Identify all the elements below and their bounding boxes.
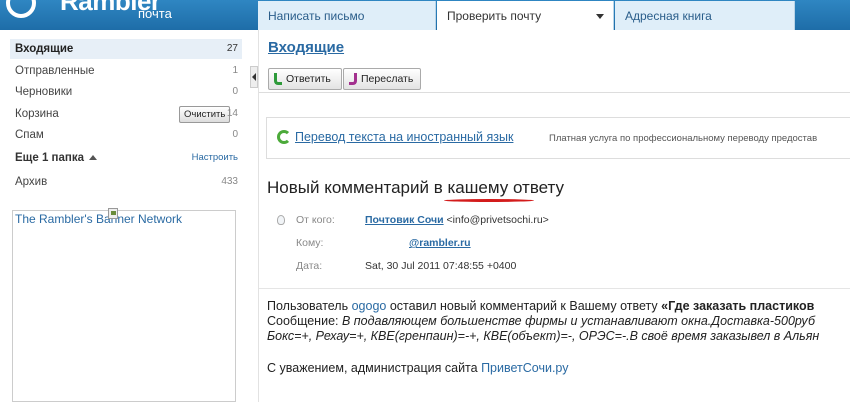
lightbulb-icon xyxy=(277,215,285,225)
message-subject: Новый комментарий в кашему ответу xyxy=(267,178,564,198)
folder-trash[interactable]: Корзина Очистить 14 xyxy=(10,104,242,124)
chevron-down-icon[interactable] xyxy=(596,14,604,19)
reply-button[interactable]: Ответить xyxy=(268,68,342,90)
subject-part: Новый комментарий xyxy=(267,178,434,197)
folder-count: 0 xyxy=(232,129,238,140)
folder-count: 0 xyxy=(232,86,238,97)
folder-count: 433 xyxy=(221,176,238,187)
translate-note: Платная услуга по профессиональному пере… xyxy=(549,133,818,144)
body-line: Сообщение: В подавляющем большенстве фир… xyxy=(267,314,850,329)
signature: С уважением, администрация сайта ПриветС… xyxy=(267,361,568,375)
divider xyxy=(259,288,850,289)
red-underline-mark xyxy=(444,199,534,202)
folder-label: Архив xyxy=(15,176,48,188)
sender-email: <info@privetsochi.ru> xyxy=(446,214,549,226)
folder-label: Входящие xyxy=(15,43,74,55)
collapse-sidebar-handle[interactable] xyxy=(250,66,258,88)
broken-image-icon xyxy=(108,208,118,219)
date-label: Дата: xyxy=(296,260,323,272)
sidebar: Входящие 27 Отправленные 1 Черновики 0 К… xyxy=(0,30,250,402)
folder-count: 14 xyxy=(226,108,238,119)
folder-label: Спам xyxy=(15,129,44,141)
subject-marked-part: в кашему xyxy=(433,178,509,197)
recipient-link[interactable]: @rambler.ru xyxy=(409,237,471,249)
to-value: @rambler.ru xyxy=(365,237,471,249)
clear-trash-button[interactable]: Очистить xyxy=(179,106,231,123)
folder-label: Отправленные xyxy=(15,65,95,77)
logo-subtitle: почта xyxy=(138,6,172,21)
translate-banner: Перевод текста на иностранный язык Платн… xyxy=(266,117,850,159)
more-folders-toggle[interactable]: Еще 1 папка Настроить xyxy=(10,148,242,168)
tab-write-label: Написать письмо xyxy=(268,9,365,23)
reply-icon xyxy=(274,73,282,85)
message-toolbar: Ответить Переслать xyxy=(259,68,850,93)
sender-name-link[interactable]: Почтовик Сочи xyxy=(365,214,444,226)
tab-check-mail[interactable]: Проверить почту xyxy=(437,1,614,30)
signature-text: С уважением, администрация сайта xyxy=(267,361,482,375)
body-quote: В подавляющем большенстве фирмы и устана… xyxy=(341,314,815,328)
from-label: От кого: xyxy=(296,214,335,226)
folder-label: Черновики xyxy=(15,86,73,98)
forward-button[interactable]: Переслать xyxy=(343,68,421,90)
body-text: оставил новый комментарий к Вашему ответ… xyxy=(386,299,662,313)
tab-write-letter[interactable]: Написать письмо xyxy=(258,1,436,30)
folder-drafts[interactable]: Черновики 0 xyxy=(10,82,242,102)
caret-up-icon xyxy=(89,155,97,160)
reply-label: Ответить xyxy=(286,73,331,85)
body-line: Бокс=+, Рехау=+, КВЕ(гренпаин)=-+, КВЕ(о… xyxy=(267,329,850,344)
message-body: Пользователь ogogo оставил новый коммент… xyxy=(267,299,850,344)
folder-label: Корзина xyxy=(15,108,59,120)
to-label: Кому: xyxy=(296,237,324,249)
logo-ring-icon xyxy=(6,0,36,18)
more-folders-label: Еще 1 папка xyxy=(15,152,84,164)
more-folders-row: Еще 1 папка xyxy=(15,152,97,164)
folder-spam[interactable]: Спам 0 xyxy=(10,125,242,145)
tab-check-label: Проверить почту xyxy=(447,9,542,23)
site-link[interactable]: ПриветСочи.ру xyxy=(481,361,568,375)
tab-address-label: Адресная книга xyxy=(625,9,712,23)
banner-area[interactable]: The Rambler's Banner Network xyxy=(12,210,236,402)
user-link[interactable]: ogogo xyxy=(352,299,387,313)
folder-count: 27 xyxy=(226,43,238,54)
tab-address-book[interactable]: Адресная книга xyxy=(615,1,795,30)
from-value: Почтовик Сочи <info@privetsochi.ru> xyxy=(365,214,549,226)
rambler-logo[interactable]: Rambler почта xyxy=(0,0,258,30)
folder-archive[interactable]: Архив 433 xyxy=(10,172,242,192)
banner-text[interactable]: The Rambler's Banner Network xyxy=(15,212,182,226)
question-title: «Где заказать пластиков xyxy=(661,299,815,313)
translate-refresh-icon xyxy=(277,130,291,144)
body-text: Сообщение: xyxy=(267,314,342,328)
folder-count: 1 xyxy=(232,65,238,76)
forward-icon xyxy=(349,73,357,85)
date-value: Sat, 30 Jul 2011 07:48:55 +0400 xyxy=(365,260,517,272)
translate-link[interactable]: Перевод текста на иностранный язык xyxy=(295,130,513,144)
folder-inbox[interactable]: Входящие 27 xyxy=(10,39,242,59)
body-text: Пользователь xyxy=(267,299,352,313)
message-view: Входящие Ответить Переслать Перевод текс… xyxy=(259,30,850,402)
folder-sent[interactable]: Отправленные 1 xyxy=(10,61,242,81)
top-header: Rambler почта Написать письмо Проверить … xyxy=(0,0,850,30)
setup-folders-link[interactable]: Настроить xyxy=(192,152,238,163)
redacted-name xyxy=(365,237,409,246)
forward-label: Переслать xyxy=(361,73,414,85)
page-title[interactable]: Входящие xyxy=(268,39,344,56)
body-quote: Бокс=+, Рехау=+, КВЕ(гренпаин)=-+, КВЕ(о… xyxy=(267,329,820,343)
body-line: Пользователь ogogo оставил новый коммент… xyxy=(267,299,850,314)
subject-part: ответу xyxy=(508,178,565,197)
